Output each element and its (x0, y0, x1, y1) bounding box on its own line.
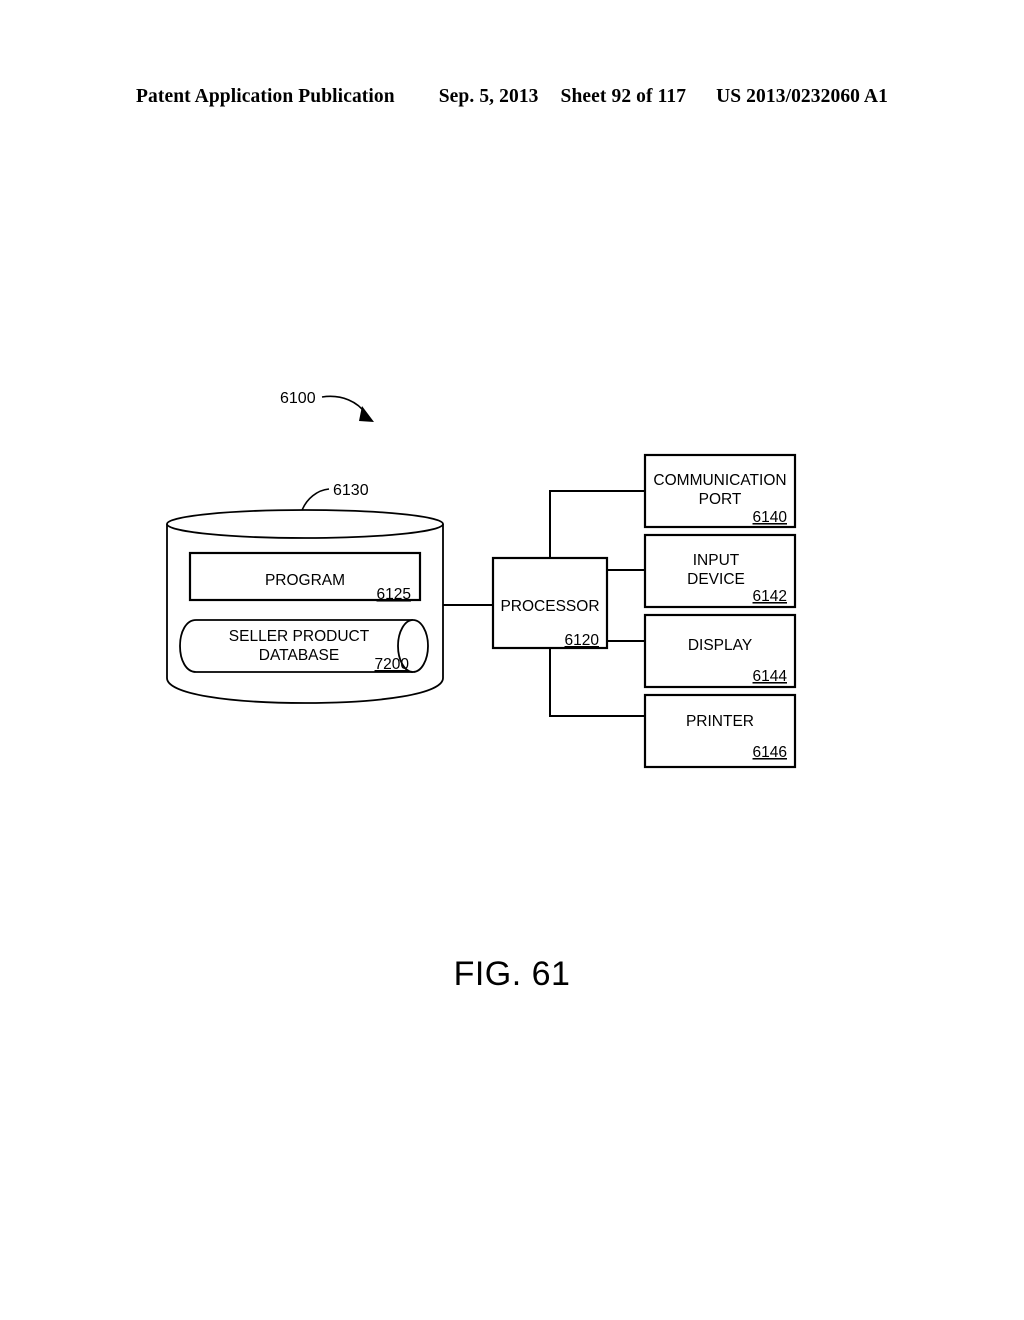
communication-port-label-line2: PORT (699, 491, 742, 508)
input-device-ref: 6142 (753, 588, 787, 605)
database-label-line1: SELLER PRODUCT (229, 628, 370, 645)
figure-caption: FIG. 61 (453, 955, 571, 993)
processor-label: PROCESSOR (500, 598, 599, 615)
input-device-box: INPUT DEVICE 6142 (643, 533, 797, 609)
program-box: PROGRAM 6125 (188, 551, 422, 603)
display-label-line1: DISPLAY (688, 637, 752, 654)
printer-ref: 6146 (753, 744, 787, 761)
database-ref: 7200 (375, 656, 410, 673)
display-ref: 6144 (753, 668, 788, 685)
connector-processor-printer (549, 648, 645, 717)
figure-61-diagram: 6100 6130 PROGRAM 6125 SELLER PRODUCT DA… (166, 390, 797, 769)
display-box: DISPLAY 6144 (643, 613, 797, 689)
input-device-label-line1: INPUT (693, 552, 740, 569)
storage-ref-label: 6130 (333, 482, 369, 499)
connector-processor-communication-port (549, 490, 645, 558)
input-device-label-line2: DEVICE (687, 571, 745, 588)
printer-box: PRINTER 6146 (643, 693, 797, 769)
processor-ref: 6120 (565, 632, 600, 649)
storage-cylinder (166, 509, 444, 704)
database-label-line2: DATABASE (259, 647, 339, 664)
printer-label-line1: PRINTER (686, 713, 754, 730)
system-leader-line (321, 395, 367, 415)
program-ref: 6125 (377, 586, 411, 603)
communication-port-ref: 6140 (753, 509, 788, 526)
processor-box: PROCESSOR 6120 (491, 556, 609, 650)
system-ref-label: 6100 (280, 390, 316, 407)
seller-product-database-cylinder: SELLER PRODUCT DATABASE 7200 (179, 619, 429, 673)
communication-port-box: COMMUNICATION PORT 6140 (643, 453, 797, 529)
program-label: PROGRAM (265, 572, 345, 589)
communication-port-label-line1: COMMUNICATION (653, 472, 786, 489)
